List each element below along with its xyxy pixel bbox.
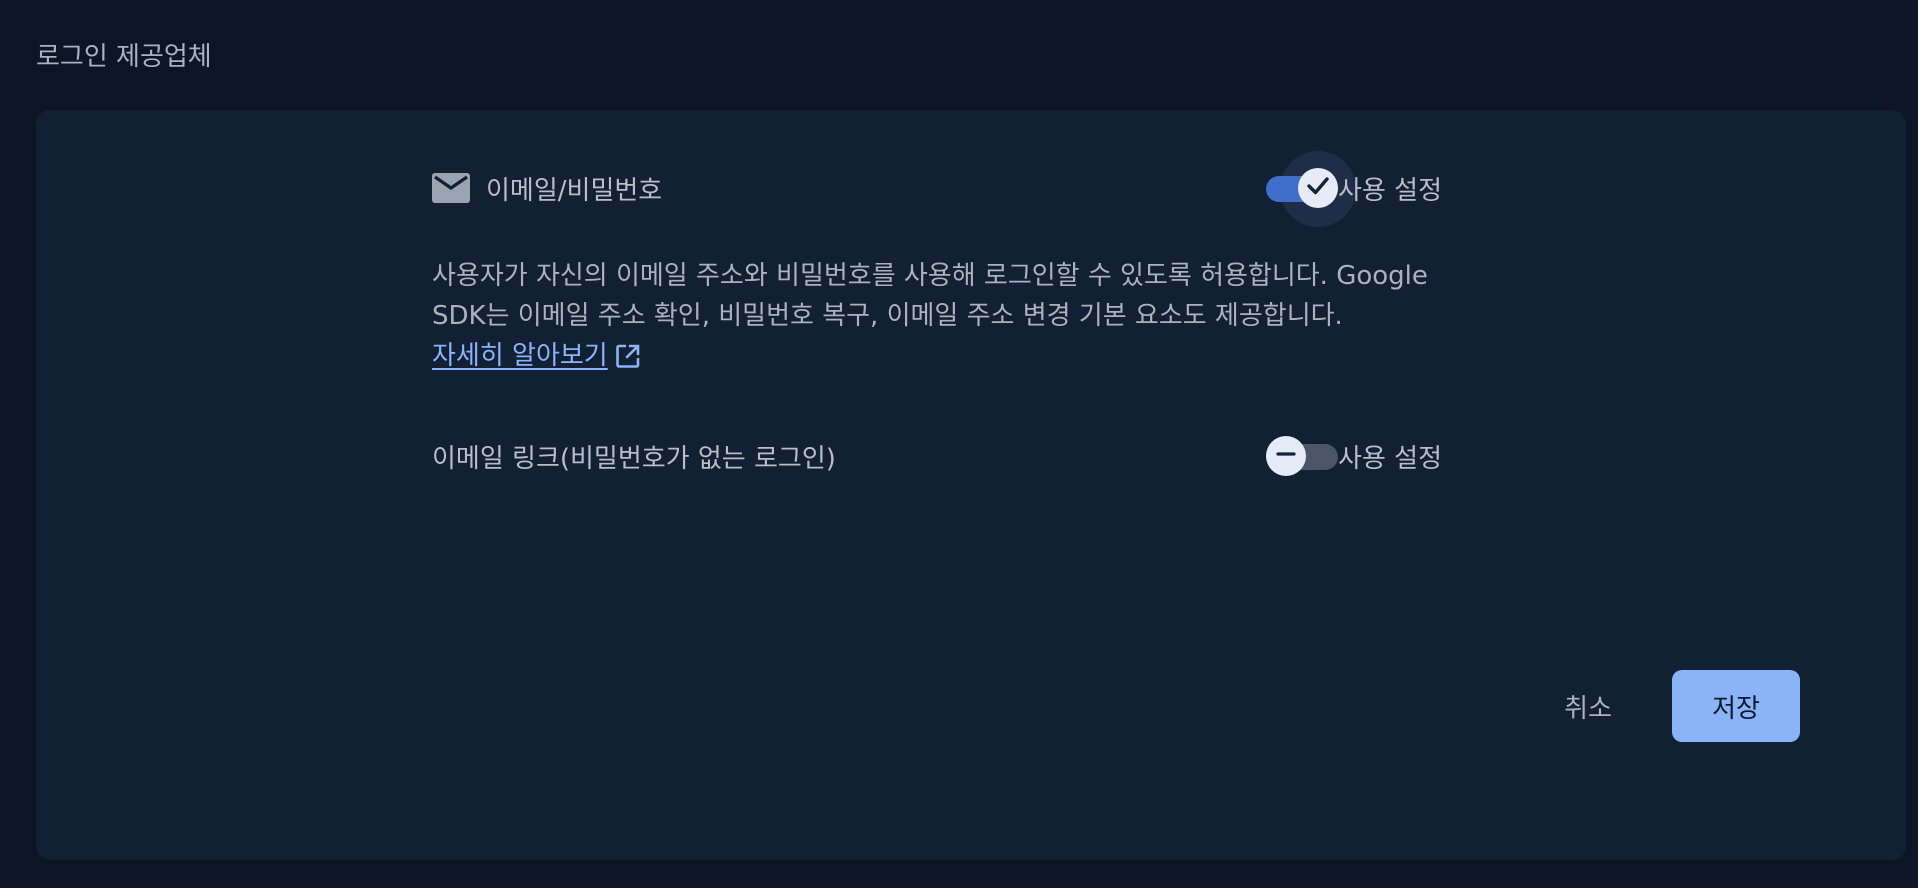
email-password-switch[interactable] [1266, 151, 1356, 227]
email-link-row: 이메일 링크(비밀번호가 없는 로그인) 사용 설정 [432, 428, 1442, 484]
email-password-label: 이메일/비밀번호 [486, 175, 663, 206]
mail-icon [432, 173, 470, 203]
toggle-knob[interactable] [1298, 168, 1338, 208]
check-icon [1305, 173, 1331, 203]
provider-settings: 이메일/비밀번호 사용 설정 사용자가 자신의 이메일 주소와 비밀번호를 사용… [432, 151, 1442, 484]
email-link-toggle-label: 사용 설정 [1338, 443, 1442, 474]
email-password-provider: 이메일/비밀번호 [432, 170, 1266, 207]
page-title: 로그인 제공업체 [36, 42, 212, 72]
email-password-row: 이메일/비밀번호 사용 설정 [432, 151, 1442, 227]
save-button[interactable]: 저장 [1672, 670, 1800, 742]
minus-icon [1273, 441, 1299, 471]
toggle-knob[interactable] [1266, 436, 1306, 476]
email-password-toggle-label: 사용 설정 [1338, 175, 1442, 206]
email-link-toggle[interactable]: 사용 설정 [1266, 436, 1442, 476]
learn-more-link[interactable]: 자세히 알아보기 [432, 336, 642, 376]
open-in-new-icon [614, 342, 642, 370]
email-link-switch[interactable] [1266, 436, 1338, 476]
email-password-toggle[interactable]: 사용 설정 [1266, 151, 1442, 227]
learn-more-label: 자세히 알아보기 [432, 341, 608, 371]
form-actions: 취소 저장 [1558, 670, 1800, 742]
email-link-provider: 이메일 링크(비밀번호가 없는 로그인) [432, 438, 1266, 475]
description-text: 사용자가 자신의 이메일 주소와 비밀번호를 사용해 로그인할 수 있도록 허용… [432, 261, 1428, 331]
email-password-description: 사용자가 자신의 이메일 주소와 비밀번호를 사용해 로그인할 수 있도록 허용… [432, 256, 1442, 376]
email-link-label: 이메일 링크(비밀번호가 없는 로그인) [432, 443, 836, 474]
cancel-button[interactable]: 취소 [1558, 687, 1618, 726]
